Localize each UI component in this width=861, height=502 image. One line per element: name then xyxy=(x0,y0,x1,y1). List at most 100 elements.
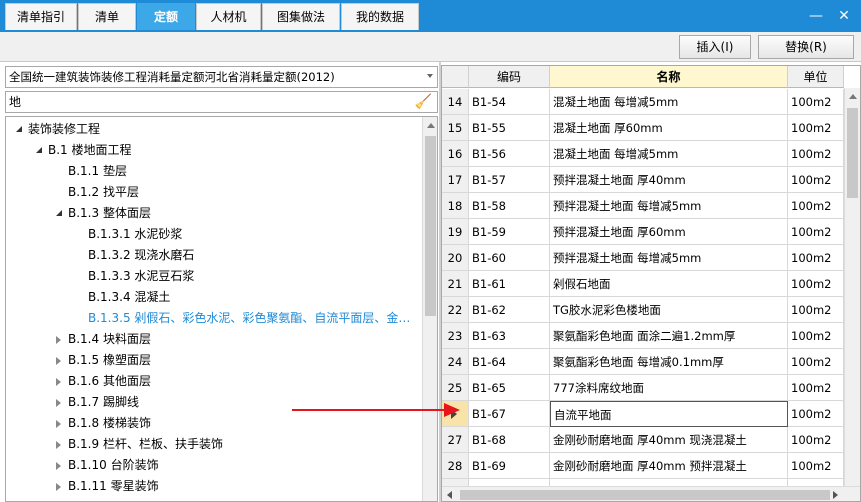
tree-item[interactable]: B.1.1 垫层 xyxy=(68,160,127,182)
row-number[interactable]: 28 xyxy=(442,453,469,479)
grid-hscroll-thumb[interactable] xyxy=(460,490,830,500)
tree-item[interactable]: B.1.9 栏杆、栏板、扶手装饰 xyxy=(68,433,223,455)
cell-code[interactable]: B1-65 xyxy=(469,375,550,401)
cell-name[interactable]: 剁假石地面 xyxy=(550,271,788,297)
cell-unit[interactable]: 100m2 xyxy=(788,375,844,401)
tree-collapse-icon[interactable] xyxy=(56,420,61,428)
cell-name[interactable]: 预拌混凝土地面 厚60mm xyxy=(550,219,788,245)
cell-unit[interactable]: 100m2 xyxy=(788,323,844,349)
tree-collapse-icon[interactable] xyxy=(56,462,61,470)
row-number[interactable]: 16 xyxy=(442,141,469,167)
tree-expand-icon[interactable] xyxy=(56,210,62,216)
tree-expand-icon[interactable] xyxy=(16,126,22,132)
cell-unit[interactable]: 100m2 xyxy=(788,219,844,245)
cell-code[interactable]: B1-56 xyxy=(469,141,550,167)
scroll-right-icon[interactable] xyxy=(833,491,838,499)
scroll-left-icon[interactable] xyxy=(447,491,452,499)
cell-code[interactable]: B1-59 xyxy=(469,219,550,245)
cell-code[interactable]: B1-57 xyxy=(469,167,550,193)
broom-clear-icon[interactable]: 🧹 xyxy=(415,93,432,111)
row-number[interactable]: 21 xyxy=(442,271,469,297)
cell-code[interactable]: B1-60 xyxy=(469,245,550,271)
tree-collapse-icon[interactable] xyxy=(56,399,61,407)
cell-name[interactable]: 自流平地面 xyxy=(550,401,788,427)
cell-code[interactable]: B1-63 xyxy=(469,323,550,349)
cell-name[interactable]: 混凝土地面 每增减5mm xyxy=(550,141,788,167)
tree-item[interactable]: B.1.3.4 混凝土 xyxy=(88,286,170,308)
replace-button[interactable]: 替换(R) xyxy=(758,35,854,59)
tree-item[interactable]: B.1 楼地面工程 xyxy=(48,139,132,161)
tree-item[interactable]: B.1.3.1 水泥砂浆 xyxy=(88,223,182,245)
column-header-code[interactable]: 编码 xyxy=(469,66,550,88)
row-number[interactable]: 20 xyxy=(442,245,469,271)
minimize-button[interactable]: — xyxy=(804,4,828,28)
cell-name[interactable]: 预拌混凝土地面 厚40mm xyxy=(550,167,788,193)
row-number[interactable]: 22 xyxy=(442,297,469,323)
cell-code[interactable]: B1-55 xyxy=(469,115,550,141)
cell-name[interactable]: 混凝土地面 每增减5mm xyxy=(550,89,788,115)
tab-bill[interactable]: 清单 xyxy=(78,3,136,30)
cell-unit[interactable]: 100m2 xyxy=(788,427,844,453)
tree-item-selected[interactable]: B.1.3.5 剁假石、彩色水泥、彩色聚氨酯、自流平面层、金… xyxy=(88,307,410,329)
cell-name[interactable]: 金刚砂耐磨地面 厚40mm 现浇混凝土 xyxy=(550,427,788,453)
cell-name[interactable]: TG胶水泥彩色楼地面 xyxy=(550,297,788,323)
row-number[interactable]: 17 xyxy=(442,167,469,193)
cell-code[interactable]: B1-69 xyxy=(469,453,550,479)
grid-vertical-scrollbar[interactable] xyxy=(844,88,860,486)
scroll-up-icon[interactable] xyxy=(849,94,857,99)
tree-item[interactable]: B.1.5 橡塑面层 xyxy=(68,349,151,371)
tree-item[interactable]: B.1.10 台阶装饰 xyxy=(68,454,159,476)
row-number[interactable]: 27 xyxy=(442,427,469,453)
cell-name[interactable]: 聚氨酯彩色地面 每增减0.1mm厚 xyxy=(550,349,788,375)
tab-bill-guide[interactable]: 清单指引 xyxy=(5,3,77,30)
cell-code[interactable]: B1-58 xyxy=(469,193,550,219)
close-button[interactable]: ✕ xyxy=(832,4,856,28)
row-number[interactable]: 25 xyxy=(442,375,469,401)
tree-collapse-icon[interactable] xyxy=(56,441,61,449)
column-header-name[interactable]: 名称 xyxy=(550,66,788,88)
tree-item[interactable]: B.1.8 楼梯装饰 xyxy=(68,412,151,434)
row-number[interactable]: 19 xyxy=(442,219,469,245)
row-number[interactable]: 14 xyxy=(442,89,469,115)
chevron-down-icon[interactable] xyxy=(427,74,433,78)
cell-code[interactable]: B1-64 xyxy=(469,349,550,375)
cell-unit[interactable]: 100m2 xyxy=(788,193,844,219)
scroll-up-icon[interactable] xyxy=(427,123,435,128)
tree-item[interactable]: B.1.6 其他面层 xyxy=(68,370,151,392)
cell-name[interactable]: 金刚砂耐磨地面 厚40mm 预拌混凝土 xyxy=(550,453,788,479)
tree-collapse-icon[interactable] xyxy=(56,357,61,365)
row-number[interactable]: 15 xyxy=(442,115,469,141)
tree-scroll-thumb[interactable] xyxy=(425,136,436,316)
cell-code[interactable]: B1-62 xyxy=(469,297,550,323)
row-number[interactable]: 24 xyxy=(442,349,469,375)
tree-item[interactable]: B.1.11 零星装饰 xyxy=(68,475,159,497)
quota-library-select[interactable]: 全国统一建筑装饰装修工程消耗量定额河北省消耗量定额(2012) xyxy=(5,66,438,88)
cell-unit[interactable]: 100m2 xyxy=(788,297,844,323)
tree-item[interactable]: B.1.3.3 水泥豆石浆 xyxy=(88,265,194,287)
column-header-unit[interactable]: 单位 xyxy=(788,66,844,88)
tab-my-data[interactable]: 我的数据 xyxy=(341,3,419,30)
cell-code[interactable]: B1-61 xyxy=(469,271,550,297)
tree-item[interactable]: 装饰装修工程 xyxy=(28,118,100,140)
grid-scroll-thumb[interactable] xyxy=(847,108,858,198)
cell-unit[interactable]: 100m2 xyxy=(788,401,844,427)
tree-item[interactable]: B.1.2 找平层 xyxy=(68,181,139,203)
search-input[interactable]: 地 🧹 xyxy=(5,91,438,113)
tab-atlas-method[interactable]: 图集做法 xyxy=(262,3,340,30)
grid-horizontal-scrollbar[interactable] xyxy=(442,486,860,501)
cell-unit[interactable]: 100m2 xyxy=(788,453,844,479)
tree-item[interactable]: B.1.3.2 现浇水磨石 xyxy=(88,244,194,266)
cell-code[interactable]: B1-68 xyxy=(469,427,550,453)
cell-name[interactable]: 预拌混凝土地面 每增减5mm xyxy=(550,193,788,219)
tree-collapse-icon[interactable] xyxy=(56,378,61,386)
cell-code[interactable]: B1-67 xyxy=(469,401,550,427)
cell-name[interactable]: 聚氨酯彩色地面 面涂二遍1.2mm厚 xyxy=(550,323,788,349)
tree-scrollbar[interactable] xyxy=(422,117,437,501)
tree-expand-icon[interactable] xyxy=(36,147,42,153)
cell-name[interactable]: 混凝土地面 厚60mm xyxy=(550,115,788,141)
cell-unit[interactable]: 100m2 xyxy=(788,167,844,193)
cell-unit[interactable]: 100m2 xyxy=(788,349,844,375)
cell-unit[interactable]: 100m2 xyxy=(788,115,844,141)
cell-code[interactable]: B1-54 xyxy=(469,89,550,115)
tree-item[interactable]: B.1.3 整体面层 xyxy=(68,202,151,224)
